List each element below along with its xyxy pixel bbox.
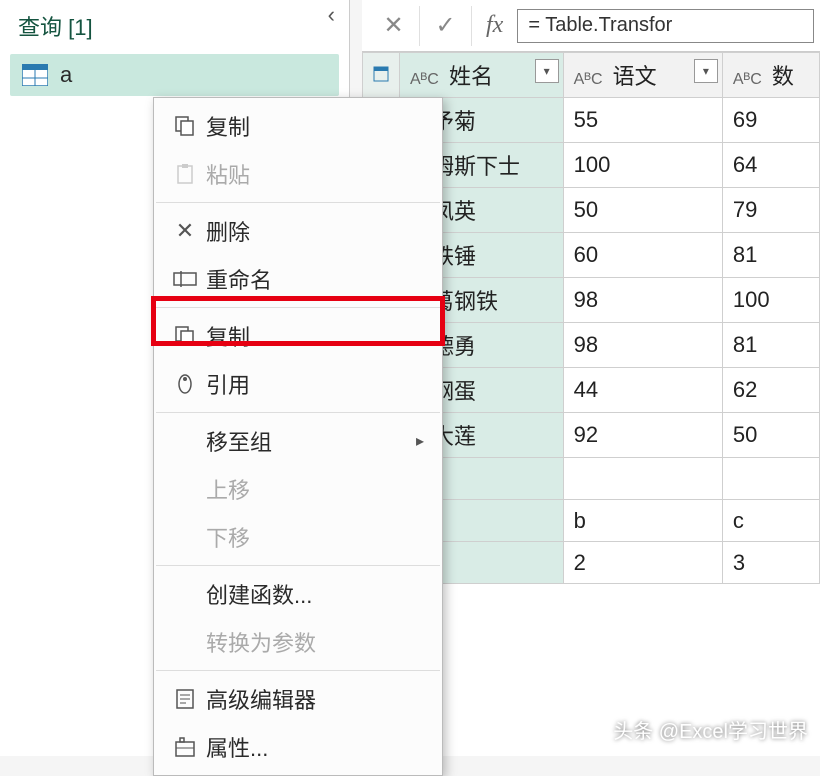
menu-separator: [156, 307, 440, 308]
delete-icon: ✕: [164, 218, 206, 244]
table-cell[interactable]: 64: [722, 143, 819, 188]
formula-bar: ✕ ✓ fx: [362, 0, 820, 52]
table-cell[interactable]: 50: [722, 413, 819, 458]
cancel-icon[interactable]: ✕: [368, 6, 420, 46]
menu-separator: [156, 565, 440, 566]
table-cell[interactable]: b: [563, 500, 722, 542]
menu-separator: [156, 412, 440, 413]
table-cell[interactable]: 69: [722, 98, 819, 143]
menu-properties[interactable]: 属性...: [154, 723, 442, 771]
table-header-row: AᴮC 姓名 ▾ AᴮC 语文 ▾ AᴮC 数: [363, 53, 820, 98]
table-cell[interactable]: 62: [722, 368, 819, 413]
queries-title-text: 查询 [1]: [18, 15, 93, 40]
menu-delete[interactable]: ✕ 删除: [154, 207, 442, 255]
collapse-chevron-icon[interactable]: ‹: [328, 2, 335, 28]
menu-reference[interactable]: 引用: [154, 360, 442, 408]
table-cell[interactable]: 100: [722, 278, 819, 323]
reference-icon: [164, 373, 206, 395]
context-menu: 复制 粘贴 ✕ 删除 重命名 复制 引用 移至组 ▸ 上移: [153, 97, 443, 776]
menu-advanced-editor[interactable]: 高级编辑器: [154, 675, 442, 723]
query-name: a: [60, 62, 72, 88]
table-cell[interactable]: 81: [722, 323, 819, 368]
type-indicator: AᴮC: [410, 71, 439, 88]
menu-copy[interactable]: 复制: [154, 102, 442, 150]
watermark: 头条 @Excel学习世界: [613, 715, 808, 744]
column-label: 数: [772, 64, 794, 89]
confirm-icon[interactable]: ✓: [420, 6, 472, 46]
menu-separator: [156, 670, 440, 671]
menu-label: 转换为参数: [206, 626, 432, 658]
table-cell[interactable]: 60: [563, 233, 722, 278]
menu-rename[interactable]: 重命名: [154, 255, 442, 303]
table-icon: [22, 64, 48, 86]
menu-create-function[interactable]: 创建函数...: [154, 570, 442, 618]
menu-label: 删除: [206, 215, 432, 247]
type-indicator: AᴮC: [574, 71, 603, 88]
menu-label: 引用: [206, 368, 432, 400]
menu-move-to-group[interactable]: 移至组 ▸: [154, 417, 442, 465]
query-item-a[interactable]: a: [10, 54, 339, 96]
table-cell[interactable]: 55: [563, 98, 722, 143]
table-cell[interactable]: 79: [722, 188, 819, 233]
menu-label: 高级编辑器: [206, 683, 432, 715]
paste-icon: [164, 163, 206, 185]
menu-move-up: 上移: [154, 465, 442, 513]
table-cell[interactable]: c: [722, 500, 819, 542]
menu-move-down: 下移: [154, 513, 442, 561]
editor-icon: [164, 688, 206, 710]
menu-label: 重命名: [206, 263, 432, 295]
properties-icon: [164, 736, 206, 758]
table-cell[interactable]: 44: [563, 368, 722, 413]
table-cell[interactable]: 3: [722, 542, 819, 584]
menu-label: 属性...: [206, 731, 432, 763]
fx-label[interactable]: fx: [472, 12, 517, 39]
copy-icon: [164, 325, 206, 347]
menu-separator: [156, 202, 440, 203]
column-label: 姓名: [449, 64, 493, 89]
table-cell[interactable]: [722, 458, 819, 500]
table-cell[interactable]: 50: [563, 188, 722, 233]
table-cell[interactable]: 100: [563, 143, 722, 188]
table-cell[interactable]: 98: [563, 323, 722, 368]
type-indicator: AᴮC: [733, 71, 762, 88]
column-label: 语文: [613, 64, 657, 89]
menu-label: 上移: [206, 473, 432, 505]
column-header-chinese[interactable]: AᴮC 语文 ▾: [563, 53, 722, 98]
filter-dropdown-icon[interactable]: ▾: [694, 59, 718, 83]
rename-icon: [164, 270, 206, 288]
table-cell[interactable]: 81: [722, 233, 819, 278]
table-cell[interactable]: [563, 458, 722, 500]
chevron-right-icon: ▸: [416, 431, 424, 451]
table-cell[interactable]: 2: [563, 542, 722, 584]
sidebar-title: 查询 [1] ‹: [0, 0, 349, 48]
menu-label: 创建函数...: [206, 578, 432, 610]
menu-label: 下移: [206, 521, 432, 553]
menu-convert-to-parameter: 转换为参数: [154, 618, 442, 666]
menu-paste: 粘贴: [154, 150, 442, 198]
row-selector-header[interactable]: [363, 53, 400, 98]
formula-input[interactable]: [517, 9, 814, 43]
menu-duplicate[interactable]: 复制: [154, 312, 442, 360]
column-header-math[interactable]: AᴮC 数: [722, 53, 819, 98]
column-header-name[interactable]: AᴮC 姓名 ▾: [400, 53, 564, 98]
menu-label: 移至组: [206, 425, 416, 457]
menu-label: 复制: [206, 320, 432, 352]
menu-label: 粘贴: [206, 158, 432, 190]
filter-dropdown-icon[interactable]: ▾: [535, 59, 559, 83]
menu-label: 复制: [206, 110, 432, 142]
copy-icon: [164, 115, 206, 137]
table-cell[interactable]: 92: [563, 413, 722, 458]
table-cell[interactable]: 98: [563, 278, 722, 323]
